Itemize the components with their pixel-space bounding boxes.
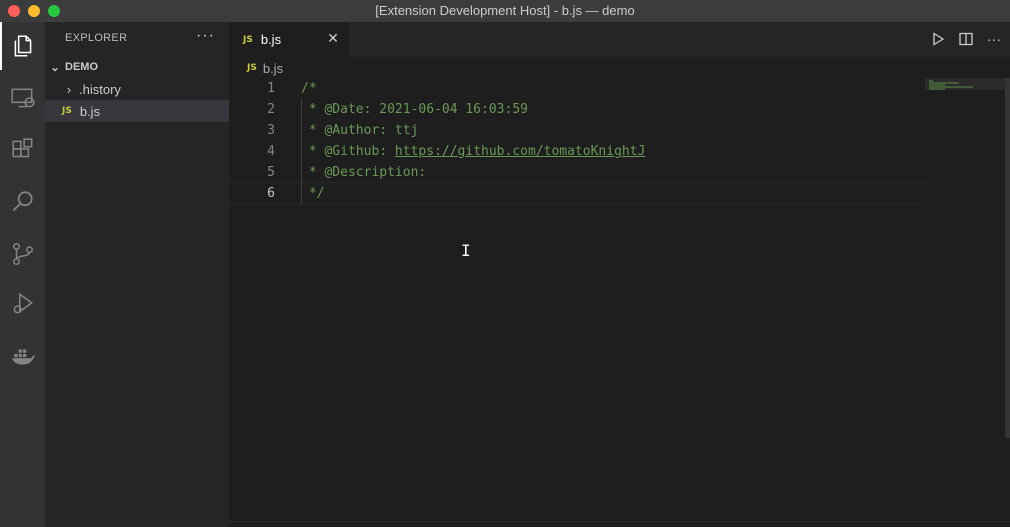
code-line: 2 * @Date: 2021-06-04 16:03:59 xyxy=(229,99,925,120)
docker-activity[interactable] xyxy=(0,332,45,380)
code-line: 1 /* xyxy=(229,78,925,99)
explorer-sidebar: EXPLORER ··· ⌄ DEMO › .history JS b.js xyxy=(45,22,229,527)
extensions-activity[interactable] xyxy=(0,126,45,174)
code-line: 3 * @Author: ttj xyxy=(229,120,925,141)
editor-tab-bar: JS b.js ✕ ··· xyxy=(229,22,1010,57)
panel-divider xyxy=(229,521,1010,522)
chevron-right-icon: › xyxy=(66,81,72,97)
vertical-scrollbar[interactable] xyxy=(1005,78,1010,438)
source-control-activity[interactable] xyxy=(0,230,45,278)
docker-icon xyxy=(11,349,35,365)
code-line: 4 * @Github: https://github.com/tomatoKn… xyxy=(229,141,925,162)
window-title: [Extension Development Host] - b.js — de… xyxy=(375,3,635,18)
explorer-title: EXPLORER xyxy=(65,32,128,44)
tab-label: b.js xyxy=(260,32,282,47)
line-text: */ xyxy=(301,186,325,201)
explorer-activity[interactable] xyxy=(0,22,45,70)
source-control-icon xyxy=(12,242,33,266)
js-file-icon: JS xyxy=(62,106,72,116)
search-icon xyxy=(12,191,33,212)
run-debug-activity[interactable] xyxy=(0,280,45,328)
extensions-icon xyxy=(11,138,32,158)
js-file-icon: JS xyxy=(247,63,257,73)
tree-item-label: .history xyxy=(79,81,121,97)
title-bar: [Extension Development Host] - b.js — de… xyxy=(0,0,1010,23)
line-text: * @Date: 2021-06-04 16:03:59 xyxy=(301,102,528,117)
chevron-down-icon: ⌄ xyxy=(50,61,60,74)
line-number: 3 xyxy=(267,123,275,138)
code-editor[interactable]: 1 /* 2 * @Date: 2021-06-04 16:03:59 3 * … xyxy=(229,78,925,521)
tab-b-js[interactable]: JS b.js ✕ xyxy=(229,22,349,57)
folder-label: DEMO xyxy=(65,61,98,73)
editor-actions: ··· xyxy=(930,31,1002,47)
line-number: 5 xyxy=(267,165,275,180)
more-actions-icon[interactable]: ··· xyxy=(196,27,215,45)
close-icon[interactable]: ✕ xyxy=(325,30,341,46)
files-icon xyxy=(14,35,31,57)
text-cursor-icon: I xyxy=(461,241,471,260)
breadcrumb: JS b.js xyxy=(229,57,1010,79)
tree-item-b-js[interactable]: JS b.js xyxy=(45,100,229,122)
search-activity[interactable] xyxy=(0,178,45,226)
line-prefix: * @Github: xyxy=(301,144,395,159)
code-line: 5 * @Description: xyxy=(229,162,925,183)
run-icon[interactable] xyxy=(930,31,946,47)
tree-item-label: b.js xyxy=(79,103,101,119)
line-number: 1 xyxy=(267,81,275,96)
remote-explorer-activity[interactable] xyxy=(0,74,45,122)
line-number: 6 xyxy=(267,186,275,201)
minimap-line xyxy=(929,88,945,90)
minimap[interactable] xyxy=(925,78,1005,521)
split-editor-icon[interactable] xyxy=(958,31,974,47)
breadcrumb-item[interactable]: b.js xyxy=(263,61,283,76)
run-debug-icon xyxy=(13,292,33,314)
line-number: 4 xyxy=(267,144,275,159)
more-actions-icon[interactable]: ··· xyxy=(986,31,1002,47)
code-line-current: 6 */ xyxy=(229,182,925,205)
remote-explorer-icon xyxy=(10,88,35,108)
line-text: * @Description: xyxy=(301,165,435,180)
workspace-folder[interactable]: ⌄ DEMO xyxy=(45,56,229,78)
github-link[interactable]: https://github.com/tomatoKnightJ xyxy=(395,144,645,159)
line-text: * @Github: https://github.com/tomatoKnig… xyxy=(301,141,646,162)
line-text: /* xyxy=(301,81,317,96)
tree-item-history[interactable]: › .history xyxy=(45,78,229,100)
activity-bar xyxy=(0,22,45,527)
line-number: 2 xyxy=(267,102,275,117)
line-text: * @Author: ttj xyxy=(301,123,419,138)
js-file-icon: JS xyxy=(243,34,253,45)
